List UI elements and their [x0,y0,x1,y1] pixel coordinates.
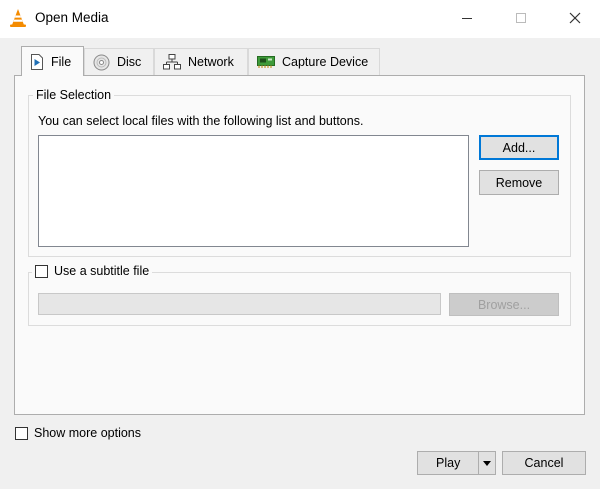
subtitle-group-header: Use a subtitle file [32,264,153,278]
tab-file[interactable]: File [21,46,84,76]
file-list[interactable] [38,135,469,247]
tab-capture-device[interactable]: Capture Device [248,48,380,75]
subtitle-checkbox[interactable] [35,264,48,278]
vlc-cone-icon [9,8,27,28]
subtitle-checkbox-label[interactable]: Use a subtitle file [54,264,149,278]
minimize-icon [461,12,473,27]
tab-disc[interactable]: Disc [84,48,154,75]
minimize-button[interactable] [444,0,490,38]
file-play-icon [30,53,44,70]
capture-card-icon [257,55,275,69]
file-selection-description: You can select local files with the foll… [38,114,364,128]
caret-down-icon[interactable] [479,460,495,466]
show-more-options[interactable]: Show more options [15,426,141,440]
tab-network-label: Network [188,55,234,69]
show-more-label[interactable]: Show more options [34,426,141,440]
cancel-button[interactable]: Cancel [502,451,586,475]
disc-icon [93,54,110,71]
close-icon [569,12,581,27]
add-button[interactable]: Add... [479,135,559,160]
window-title: Open Media [35,10,109,25]
play-button[interactable]: Play [417,451,496,475]
network-icon [163,54,181,70]
tab-network[interactable]: Network [154,48,248,75]
tab-disc-label: Disc [117,55,142,69]
tab-file-label: File [51,54,72,69]
play-button-label: Play [436,456,461,470]
show-more-checkbox[interactable] [15,426,28,440]
tab-capture-device-label: Capture Device [282,55,369,69]
subtitle-path-input[interactable] [38,293,441,315]
close-button[interactable] [552,0,598,38]
remove-button[interactable]: Remove [479,170,559,195]
maximize-button[interactable] [498,0,544,38]
file-selection-title: File Selection [33,88,115,102]
browse-button[interactable]: Browse... [449,293,559,316]
maximize-icon [515,12,527,27]
